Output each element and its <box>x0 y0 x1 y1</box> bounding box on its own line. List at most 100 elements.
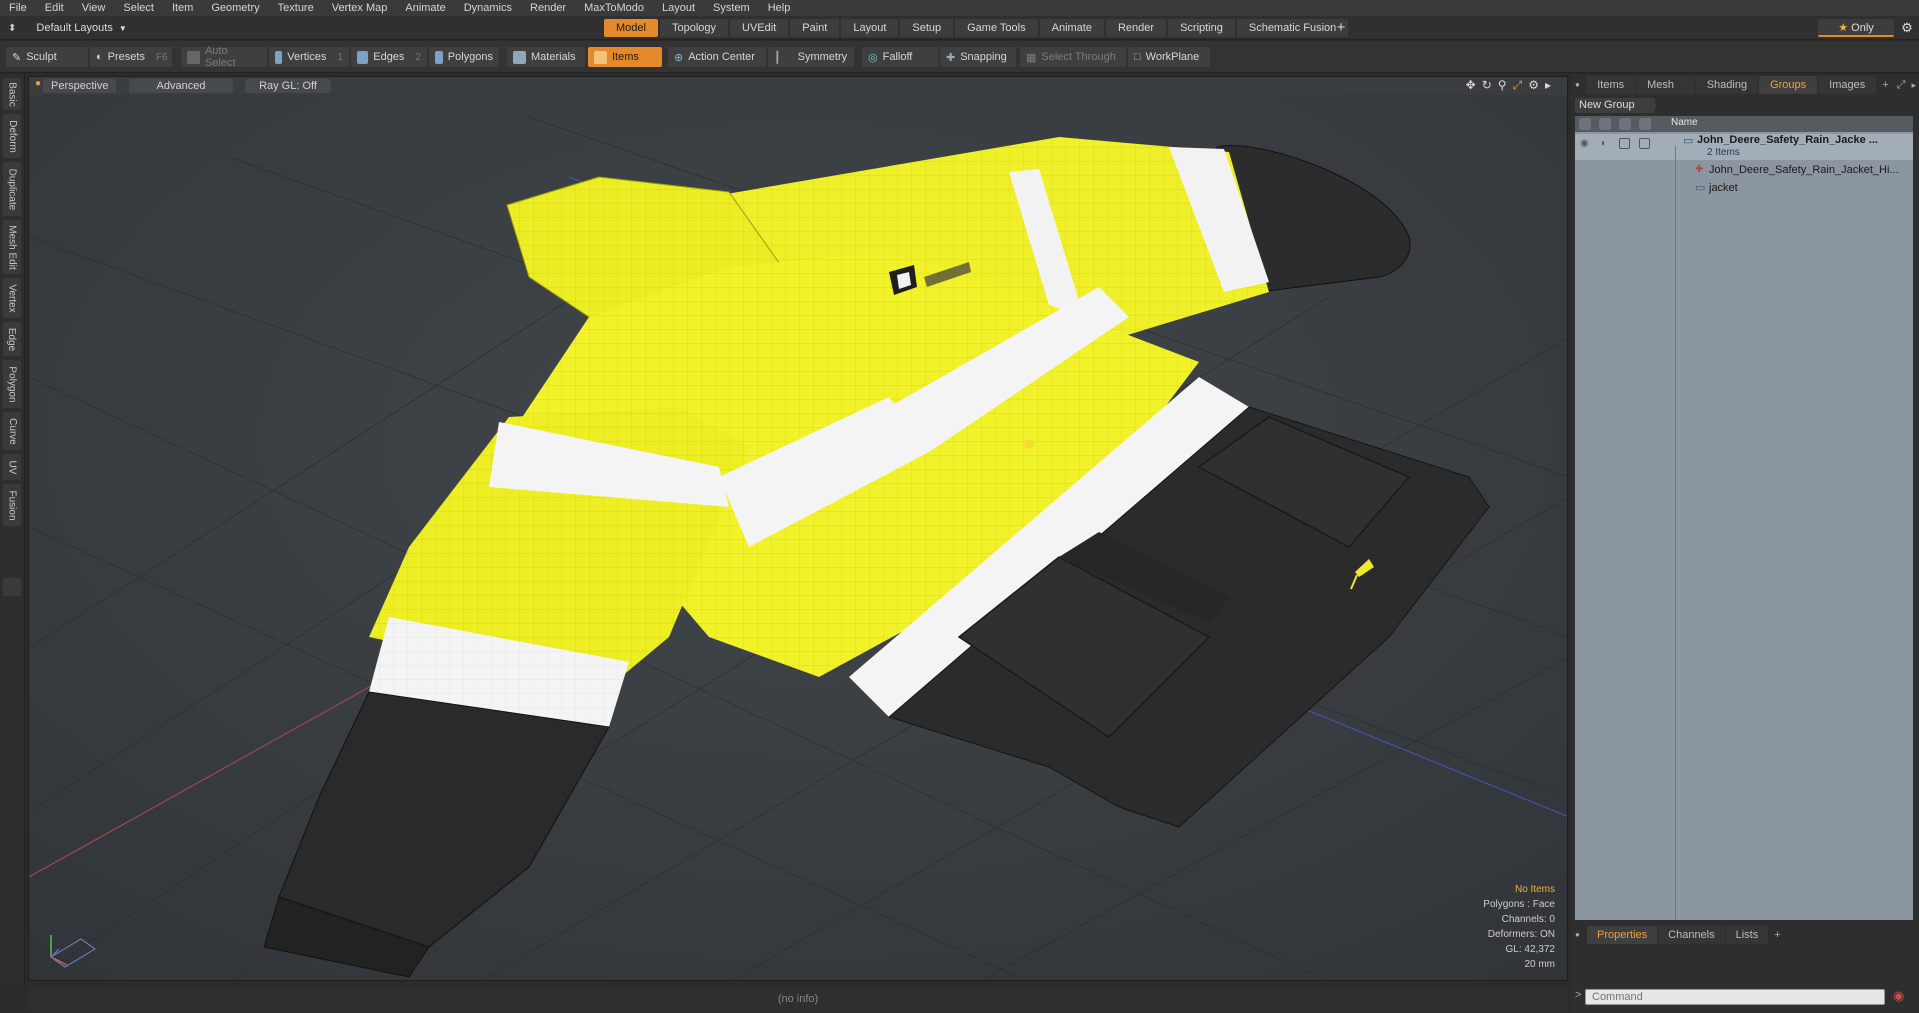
visibility-column-icon[interactable] <box>1579 118 1591 130</box>
menu-item[interactable]: Item <box>163 0 202 16</box>
tab-items[interactable]: Items <box>1586 76 1636 94</box>
vertices-button[interactable]: Vertices 1 <box>269 47 349 67</box>
menu-animate[interactable]: Animate <box>396 0 454 16</box>
tab-duplicate[interactable]: Duplicate <box>3 162 21 216</box>
advanced-button[interactable]: Advanced <box>129 79 233 93</box>
name-column-header[interactable]: Name <box>1671 117 1698 128</box>
render-column-icon[interactable] <box>1599 118 1611 130</box>
tab-scripting[interactable]: Scripting <box>1168 19 1235 37</box>
layout-bar: ⬍ Default Layouts ▼ Model Topology UVEdi… <box>0 16 1919 40</box>
action-center-button[interactable]: ⊕ Action Center <box>668 47 766 67</box>
add-bottom-tab-icon[interactable]: + <box>1769 926 1785 944</box>
tab-curve[interactable]: Curve <box>3 412 21 450</box>
bottom-toggle-icon[interactable]: ● <box>1571 926 1587 944</box>
groups-list[interactable]: Name ◉ ◐ ▭ John_Deere_Safety_Rain_Jacke … <box>1575 116 1913 920</box>
only-button[interactable]: ★ Only <box>1818 19 1894 37</box>
panel-toggle-icon[interactable]: ● <box>1571 76 1586 94</box>
new-group-button[interactable]: New Group <box>1575 98 1655 113</box>
stats-no-items: No Items <box>1514 884 1555 895</box>
viewport-scene[interactable] <box>29 77 1568 981</box>
menu-layout[interactable]: Layout <box>653 0 704 16</box>
tool-tabs: Basic Deform Duplicate Mesh Edit Vertex … <box>0 74 25 984</box>
tab-channels[interactable]: Channels <box>1658 926 1725 944</box>
presets-button[interactable]: ◐ Presets F6 <box>90 47 172 67</box>
record-icon[interactable]: ◉ <box>1893 988 1904 1004</box>
expand-tabs-button[interactable] <box>3 578 21 596</box>
add-panel-tab-icon[interactable]: + <box>1877 76 1893 94</box>
select-column-icon[interactable] <box>1639 118 1651 130</box>
move-view-icon[interactable]: ✥ <box>1466 78 1476 93</box>
tab-images[interactable]: Images <box>1818 76 1877 94</box>
eye-icon[interactable]: ◉ <box>1580 138 1589 149</box>
tab-game-tools[interactable]: Game Tools <box>955 19 1038 37</box>
tab-edge[interactable]: Edge <box>3 322 21 356</box>
menu-render[interactable]: Render <box>521 0 575 16</box>
menu-help[interactable]: Help <box>759 0 800 16</box>
tab-groups[interactable]: Groups <box>1759 76 1818 94</box>
sculpt-button[interactable]: ✎ Sculpt <box>6 47 88 67</box>
select-checkbox[interactable] <box>1639 138 1650 149</box>
menu-select[interactable]: Select <box>114 0 163 16</box>
polygons-button[interactable]: Polygons <box>429 47 499 67</box>
menu-dynamics[interactable]: Dynamics <box>455 0 521 16</box>
tab-model[interactable]: Model <box>604 19 658 37</box>
menu-maxtomodo[interactable]: MaxToModo <box>575 0 653 16</box>
tab-deform[interactable]: Deform <box>3 114 21 158</box>
tab-lists[interactable]: Lists <box>1725 926 1769 944</box>
panel-menu-icon[interactable]: ▸ <box>1908 76 1919 94</box>
falloff-button[interactable]: ◎ Falloff <box>862 47 938 67</box>
tab-mesh[interactable]: Mesh ... <box>1636 76 1695 109</box>
edges-button[interactable]: Edges 2 <box>351 47 427 67</box>
zoom-view-icon[interactable]: ⚲ <box>1498 78 1507 93</box>
raygl-button[interactable]: Ray GL: Off <box>245 79 331 93</box>
tab-topology[interactable]: Topology <box>659 19 729 37</box>
tab-render[interactable]: Render <box>1105 19 1167 37</box>
menu-edit[interactable]: Edit <box>36 0 73 16</box>
list-item[interactable]: ✚ John_Deere_Safety_Rain_Jacket_Hi... <box>1575 162 1913 180</box>
materials-button[interactable]: Materials <box>507 47 585 67</box>
expand-panel-icon[interactable]: ⤢ <box>1894 76 1909 94</box>
tab-fusion[interactable]: Fusion <box>3 484 21 526</box>
rotate-view-icon[interactable]: ↻ <box>1482 78 1492 93</box>
tab-uv[interactable]: UV <box>3 454 21 480</box>
menu-system[interactable]: System <box>704 0 759 16</box>
collapse-icon[interactable]: ⬍ <box>8 23 16 34</box>
list-item[interactable]: ▭ jacket <box>1575 180 1913 198</box>
viewport-menu-icon[interactable]: ▸ <box>1545 78 1551 93</box>
workplane-button[interactable]: □ WorkPlane <box>1128 47 1210 67</box>
tab-basic[interactable]: Basic <box>3 78 21 110</box>
tab-properties[interactable]: Properties <box>1587 926 1658 944</box>
select-through-button[interactable]: ▦ Select Through <box>1020 47 1126 67</box>
tab-uvedit[interactable]: UVEdit <box>730 19 789 37</box>
items-button[interactable]: Items <box>588 47 662 67</box>
lock-column-icon[interactable] <box>1619 118 1631 130</box>
snapping-button[interactable]: ✚ Snapping <box>940 47 1016 67</box>
render-toggle-icon[interactable]: ◐ <box>1601 138 1607 149</box>
tab-shading[interactable]: Shading <box>1695 76 1759 94</box>
tab-layout[interactable]: Layout <box>841 19 899 37</box>
tab-mesh-edit[interactable]: Mesh Edit <box>3 220 21 274</box>
group-row[interactable]: ◉ ◐ ▭ John_Deere_Safety_Rain_Jacke ... 2… <box>1575 134 1913 160</box>
menu-vertex-map[interactable]: Vertex Map <box>323 0 397 16</box>
viewport-dot-icon[interactable]: ● <box>35 78 41 89</box>
symmetry-button[interactable]: ┃ Symmetry <box>768 47 854 67</box>
tab-paint[interactable]: Paint <box>790 19 840 37</box>
tab-vertex[interactable]: Vertex <box>3 278 21 318</box>
menu-view[interactable]: View <box>73 0 115 16</box>
perspective-button[interactable]: Perspective <box>43 79 117 93</box>
command-input[interactable] <box>1585 989 1885 1005</box>
tab-polygon[interactable]: Polygon <box>3 360 21 408</box>
auto-select-button[interactable]: Auto Select <box>181 45 267 69</box>
menu-texture[interactable]: Texture <box>269 0 323 16</box>
add-tab-icon[interactable]: + <box>1332 19 1350 37</box>
viewport-settings-icon[interactable]: ⚙ <box>1528 78 1539 93</box>
gear-icon[interactable]: ⚙ <box>1898 19 1916 37</box>
layout-selector[interactable]: ⬍ Default Layouts ▼ <box>8 20 127 36</box>
fit-view-icon[interactable]: ⤢ <box>1513 78 1523 93</box>
tab-animate[interactable]: Animate <box>1039 19 1104 37</box>
lock-checkbox[interactable] <box>1619 138 1630 149</box>
menu-geometry[interactable]: Geometry <box>202 0 268 16</box>
menu-file[interactable]: File <box>0 0 36 16</box>
3d-viewport[interactable]: ● Perspective Advanced Ray GL: Off ✥ ↻ ⚲… <box>28 76 1568 981</box>
tab-setup[interactable]: Setup <box>900 19 954 37</box>
